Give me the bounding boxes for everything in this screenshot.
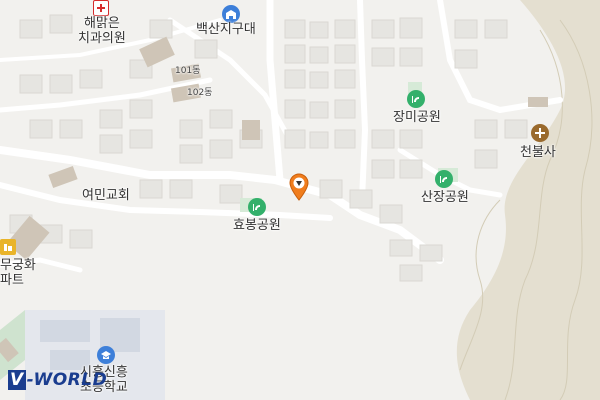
dental-clinic-label: 해맑은 치과의원 <box>78 16 126 46</box>
park-icon[interactable] <box>407 90 425 108</box>
map-view[interactable]: 해맑은 치과의원 백산지구대 101동 102동 장미공원 천불사 여민교회 효… <box>0 0 600 400</box>
apartment-icon[interactable] <box>0 239 16 255</box>
police-district-label: 백산지구대 <box>196 22 256 37</box>
apartment-label: 무궁화 파트 <box>0 258 36 288</box>
building-101-label: 101동 <box>175 66 201 76</box>
park-icon[interactable] <box>248 198 266 216</box>
location-marker-icon[interactable] <box>288 173 310 205</box>
yeomin-church-label: 여민교회 <box>82 188 130 203</box>
police-icon[interactable] <box>222 5 240 23</box>
hyobong-park-label: 효봉공원 <box>233 218 281 233</box>
temple-icon[interactable] <box>531 124 549 142</box>
hospital-icon[interactable] <box>93 0 109 16</box>
park-icon[interactable] <box>435 170 453 188</box>
rose-park-label: 장미공원 <box>393 110 441 125</box>
sanjang-park-label: 산장공원 <box>421 190 469 205</box>
building-102-label: 102동 <box>187 88 213 98</box>
school-icon[interactable] <box>97 346 115 364</box>
hill-terrain <box>456 0 600 400</box>
cheonbul-temple-label: 천불사 <box>520 145 556 160</box>
vworld-logo: V -WORLD <box>8 370 108 390</box>
